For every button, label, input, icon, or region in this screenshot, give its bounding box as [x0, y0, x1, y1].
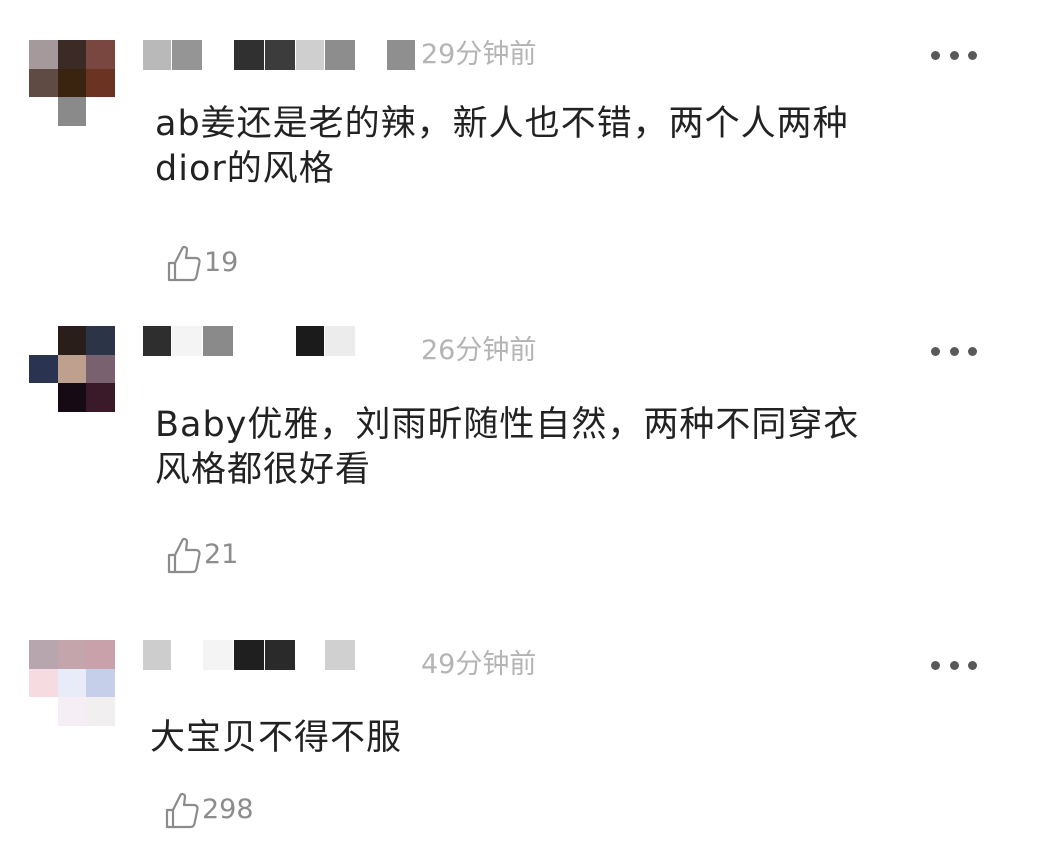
- like-count: 19: [204, 247, 239, 278]
- username-blurred[interactable]: [143, 640, 413, 670]
- avatar[interactable]: [29, 40, 115, 126]
- avatar-pixel: [86, 40, 115, 69]
- username-pixel: [172, 640, 202, 670]
- avatar-pixel: [29, 326, 58, 355]
- username-pixel: [265, 326, 295, 356]
- avatar-pixel: [86, 383, 115, 412]
- avatar[interactable]: [29, 640, 115, 726]
- avatar-pixel: [57, 97, 87, 126]
- username-pixel: [203, 40, 233, 70]
- username-pixel: [265, 640, 295, 670]
- comment-text: Baby优雅，刘雨昕随性自然，两种不同穿衣 风格都很好看: [155, 403, 995, 493]
- like-count: 21: [204, 539, 239, 570]
- avatar-pixel: [86, 68, 115, 98]
- username-pixel: [203, 326, 233, 356]
- comment-timestamp: 29分钟前: [421, 39, 537, 70]
- avatar-pixel: [29, 354, 58, 384]
- comment-text-line: ab姜还是老的辣，新人也不错，两个人两种: [155, 104, 849, 144]
- username-pixel: [143, 640, 171, 670]
- username-pixel: [203, 640, 233, 670]
- username-pixel: [387, 40, 415, 70]
- avatar-pixel: [57, 697, 87, 726]
- username-pixel: [143, 326, 171, 356]
- thumbs-up-outline-icon: [167, 245, 201, 282]
- avatar-pixel: [57, 383, 87, 412]
- comment-timestamp: 49分钟前: [421, 649, 537, 680]
- avatar-pixel: [57, 668, 87, 698]
- comment-text: 大宝贝不得不服: [150, 716, 990, 761]
- avatar-pixel: [57, 68, 87, 98]
- avatar-pixel: [29, 668, 58, 698]
- avatar[interactable]: [29, 326, 115, 412]
- like-count: 298: [202, 794, 254, 825]
- username-pixel: [296, 640, 324, 670]
- avatar-pixel: [29, 40, 58, 69]
- like-button[interactable]: 21: [164, 535, 238, 575]
- avatar-pixel: [29, 640, 58, 669]
- avatar-pixel: [86, 97, 115, 126]
- avatar-pixel: [86, 354, 115, 384]
- more-dots-icon[interactable]: [931, 50, 977, 60]
- avatar-pixel: [29, 97, 58, 126]
- more-dots-icon[interactable]: [931, 346, 977, 356]
- username-pixel: [356, 40, 386, 70]
- avatar-pixel: [86, 640, 115, 669]
- avatar-pixel: [57, 640, 87, 669]
- comment-text-line: 风格都很好看: [155, 450, 372, 490]
- avatar-pixel: [57, 354, 87, 384]
- comment-text: ab姜还是老的辣，新人也不错，两个人两种 dior的风格: [155, 102, 995, 192]
- username-blurred[interactable]: [143, 40, 415, 70]
- more-dots-icon[interactable]: [931, 660, 977, 670]
- avatar-pixel: [86, 697, 115, 726]
- comment-text-line: dior的风格: [155, 149, 335, 189]
- username-pixel: [325, 640, 355, 670]
- avatar-pixel: [86, 668, 115, 698]
- like-button[interactable]: 298: [162, 790, 254, 830]
- thumbs-up-outline-icon: [167, 537, 201, 574]
- comment-timestamp: 26分钟前: [421, 335, 537, 366]
- username-pixel: [172, 326, 202, 356]
- username-pixel: [296, 326, 324, 356]
- username-pixel: [234, 40, 264, 70]
- username-pixel: [325, 326, 355, 356]
- avatar-pixel: [29, 383, 58, 412]
- username-blurred[interactable]: [143, 326, 413, 356]
- avatar-pixel: [57, 326, 87, 355]
- username-pixel: [296, 40, 324, 70]
- avatar-pixel: [57, 40, 87, 69]
- comment-text-line: 大宝贝不得不服: [150, 718, 403, 758]
- avatar-pixel: [29, 697, 58, 726]
- username-pixel: [325, 40, 355, 70]
- comment-text-line: Baby优雅，刘雨昕随性自然，两种不同穿衣: [155, 405, 860, 445]
- thumbs-up-outline-icon: [165, 792, 199, 829]
- avatar-pixel: [86, 326, 115, 355]
- like-button[interactable]: 19: [164, 243, 238, 283]
- username-pixel: [143, 40, 171, 70]
- username-pixel: [172, 40, 202, 70]
- username-pixel: [234, 640, 264, 670]
- avatar-pixel: [29, 68, 58, 98]
- username-pixel: [234, 326, 264, 356]
- username-pixel: [265, 40, 295, 70]
